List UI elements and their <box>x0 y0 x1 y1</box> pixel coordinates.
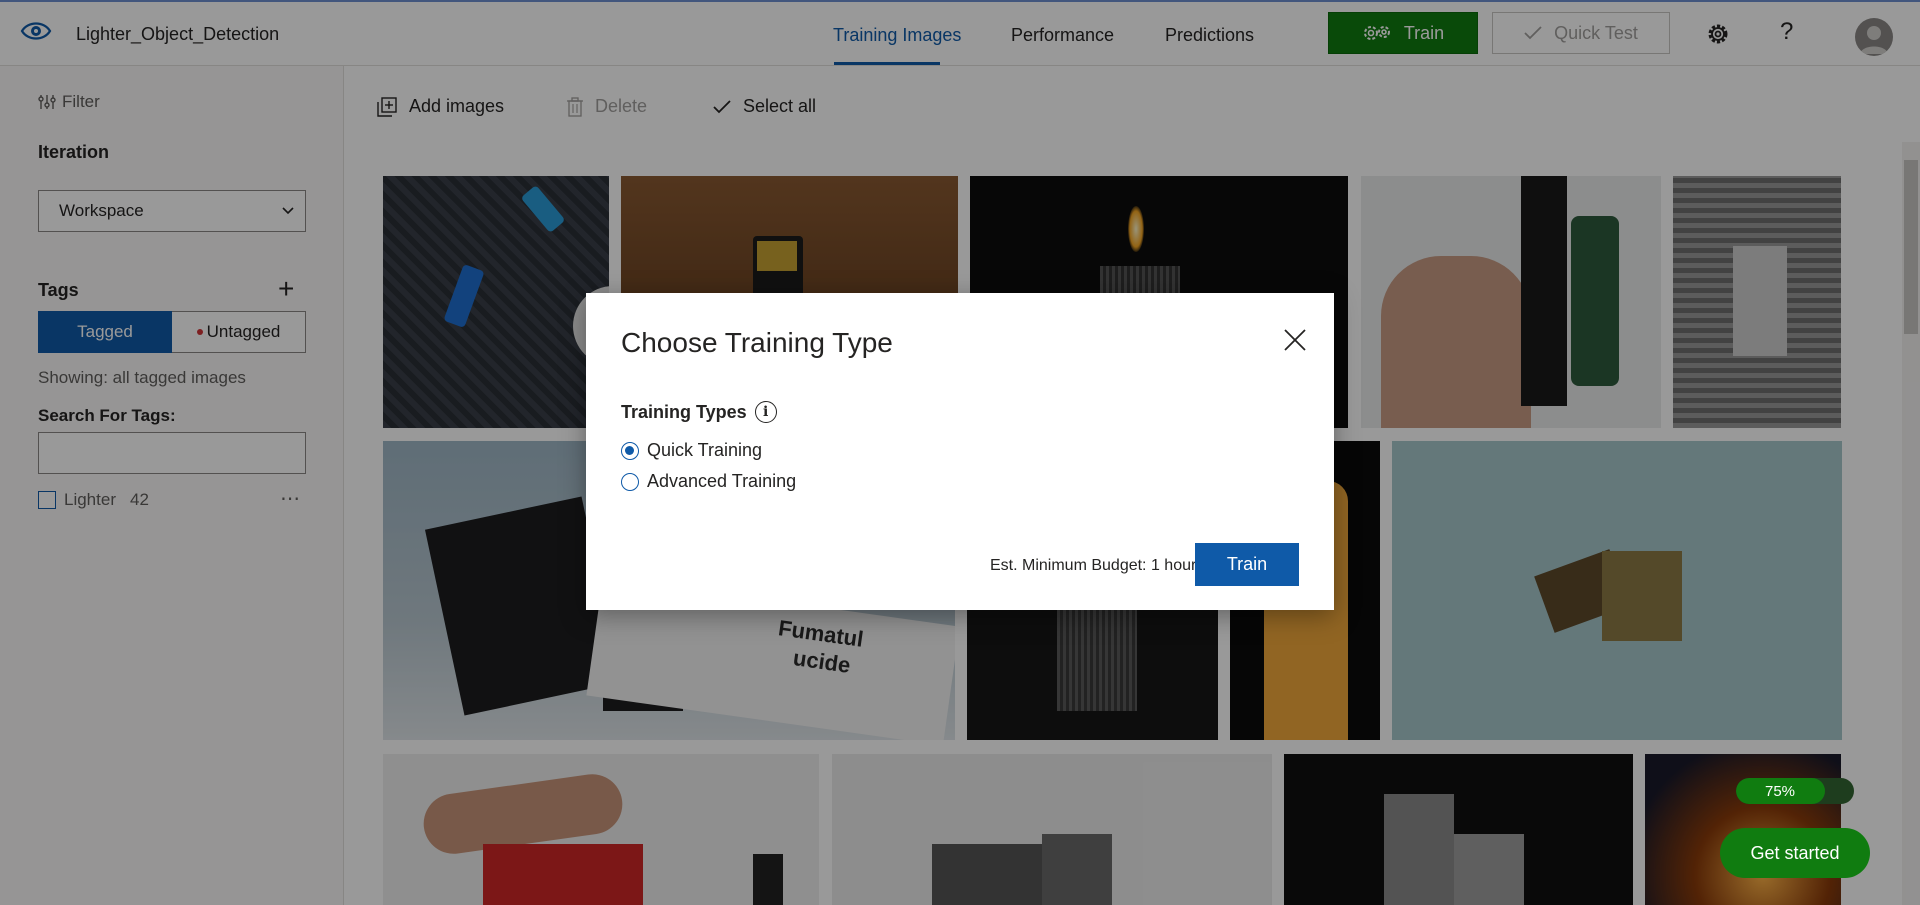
choose-training-type-dialog: Choose Training Type Training Types i Qu… <box>586 293 1334 610</box>
get-started-button[interactable]: Get started <box>1720 828 1870 878</box>
training-types-heading: Training Types i <box>621 401 777 423</box>
training-types-label: Training Types <box>621 401 747 422</box>
radio-advanced-training[interactable]: Advanced Training <box>621 471 796 492</box>
radio-quick-training[interactable]: Quick Training <box>621 440 762 461</box>
radio-button-unchecked[interactable] <box>621 472 639 491</box>
budget-text: Est. Minimum Budget: 1 hour <box>990 557 1197 574</box>
dialog-train-button[interactable]: Train <box>1195 543 1299 586</box>
advanced-training-label: Advanced Training <box>647 471 797 491</box>
info-icon[interactable]: i <box>754 401 777 423</box>
radio-button-checked[interactable] <box>621 441 639 460</box>
close-icon[interactable] <box>1282 327 1308 353</box>
quick-training-label: Quick Training <box>647 440 763 460</box>
progress-label: 75% <box>1764 782 1796 800</box>
dialog-title: Choose Training Type <box>621 327 893 358</box>
